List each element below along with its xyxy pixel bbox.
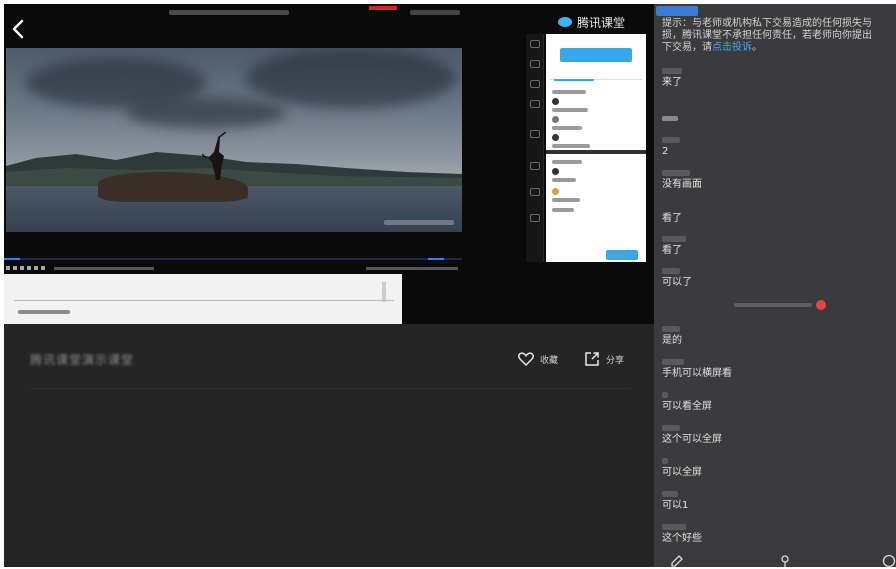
favorite-button[interactable]: 收藏 (518, 350, 558, 368)
mini-classroom-brand: 腾讯课堂 (558, 14, 625, 30)
classroom-logo-icon (558, 17, 572, 27)
heart-icon (518, 352, 534, 366)
shared-document-window (4, 274, 402, 324)
notice-line-3-text: 下交易，请 (662, 42, 712, 53)
mini-member-list (546, 34, 646, 152)
chat-message: 可以全屏 (662, 458, 890, 482)
chat-message: 这个可以全屏 (662, 425, 890, 449)
mini-chat-panel (546, 154, 646, 262)
title-divider (30, 388, 630, 389)
report-link[interactable]: 点击投诉 (712, 42, 752, 53)
video-player[interactable]: 腾讯课堂 (4, 4, 654, 324)
chat-message: 可以了 (662, 268, 890, 292)
chat-panel: 提示：与老师或机构私下交易造成的任何损失与 损，腾讯课堂不承担任何责任，若老师向… (654, 4, 896, 567)
notice-line-2: 损，腾讯课堂不承担任何责任，若老师向你提出 (662, 30, 872, 41)
flower-icon[interactable] (778, 554, 792, 567)
notice-line-3: 下交易，请点击投诉。 (662, 42, 896, 54)
share-icon (585, 352, 599, 366)
app-window: 腾讯课堂 腾讯课堂演示课堂 收藏 分享 提示：与老师或机构私下交易造成的任何损失… (0, 0, 896, 569)
chat-message: 看了 (662, 236, 890, 260)
share-label: 分享 (606, 355, 625, 366)
chat-message: 是的 (662, 326, 890, 350)
course-title: 腾讯课堂演示课堂 (30, 353, 135, 367)
shared-video-frame (6, 48, 462, 232)
safety-notice: 提示：与老师或机构私下交易造成的任何损失与 损，腾讯课堂不承担任何责任，若老师向… (662, 18, 896, 54)
share-button[interactable]: 分享 (584, 350, 624, 368)
screen-share-titlebar (4, 6, 474, 20)
emoji-icon[interactable] (882, 554, 896, 567)
floating-notification[interactable] (734, 299, 828, 311)
chat-message: 看了 (662, 213, 682, 224)
mini-sidebar (526, 34, 544, 262)
chat-message: 可以1 (662, 491, 890, 515)
chat-message: 可以看全屏 (662, 392, 890, 416)
favorite-label: 收藏 (540, 355, 559, 366)
progress-marker (428, 258, 444, 260)
chat-message: 来了 (662, 68, 890, 92)
edit-icon[interactable] (670, 554, 684, 567)
progress-fill (4, 258, 20, 260)
mini-classroom-panel: 腾讯课堂 (526, 14, 650, 266)
chat-message: 2 (662, 137, 890, 161)
back-arrow-icon[interactable] (10, 18, 28, 40)
notice-line-3-end: 。 (752, 42, 762, 53)
progress-track[interactable] (4, 258, 462, 260)
chat-message: 这个好些 (662, 524, 890, 548)
chat-message: 手机可以横屏看 (662, 359, 890, 383)
notice-line-1: 提示：与老师或机构私下交易造成的任何损失与 (662, 18, 872, 29)
player-controls[interactable] (6, 266, 462, 272)
notice-badge (656, 6, 698, 16)
player-pane: 腾讯课堂 腾讯课堂演示课堂 收藏 分享 (4, 4, 654, 567)
chat-message (662, 110, 890, 134)
notification-dot-icon (816, 300, 826, 310)
mini-brand-label: 腾讯课堂 (577, 15, 626, 30)
chat-message: 没有画面 (662, 170, 890, 194)
